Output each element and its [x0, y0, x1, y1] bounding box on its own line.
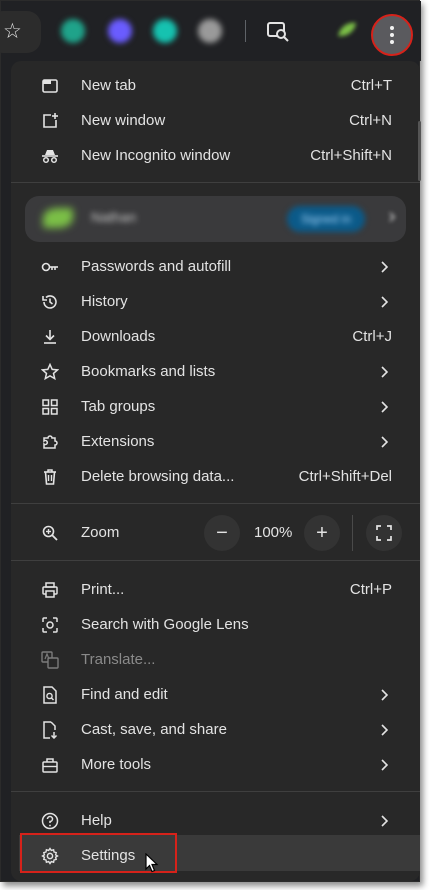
menu-item-history[interactable]: History: [11, 285, 420, 320]
menu-item-label: New window: [81, 112, 166, 129]
new-tab-icon: [42, 79, 58, 93]
new-window-icon: [43, 113, 58, 128]
chevron-right-icon: [381, 401, 389, 413]
menu-item-passwords[interactable]: Passwords and autofill: [11, 250, 420, 285]
menu-item-label: History: [81, 293, 128, 310]
zoom-out-button[interactable]: −: [204, 515, 240, 551]
find-in-page-icon: [43, 686, 57, 704]
extension-icon[interactable]: [198, 19, 222, 43]
download-icon: [44, 330, 56, 344]
extension-icon[interactable]: [61, 19, 85, 43]
menu-item-label: Cast, save, and share: [81, 721, 227, 738]
shortcut-label: Ctrl+J: [352, 328, 392, 345]
tab-groups-icon: [42, 399, 58, 415]
chevron-right-icon: [381, 759, 389, 771]
shortcut-label: Ctrl+Shift+N: [310, 147, 392, 164]
help-icon: [41, 812, 59, 830]
menu-item-label: New Incognito window: [81, 147, 231, 164]
menu-item-translate: Translate...: [11, 643, 420, 678]
fullscreen-button[interactable]: [366, 515, 402, 551]
menu-item-label: Help: [81, 812, 112, 829]
menu-item-label: Search with Google Lens: [81, 616, 249, 633]
plus-icon: +: [316, 522, 328, 544]
signed-in-badge: Signed in: [287, 206, 365, 232]
more-vert-icon: [390, 26, 394, 44]
chrome-main-menu: New tab Ctrl+T New window Ctrl+N New Inc…: [11, 61, 420, 881]
menu-item-label: Translate...: [81, 651, 156, 668]
extension-icon[interactable]: [153, 19, 177, 43]
menu-item-downloads[interactable]: Downloads Ctrl+J: [11, 320, 420, 355]
history-icon: [42, 295, 57, 309]
menu-item-label: Find and edit: [81, 686, 168, 703]
menu-item-extensions[interactable]: Extensions: [11, 425, 420, 460]
menu-item-label: Downloads: [81, 328, 156, 345]
chevron-right-icon: [381, 815, 389, 827]
toolbox-icon: [42, 758, 58, 773]
menu-item-label: More tools: [81, 756, 152, 773]
browser-window: ☆ New tab Ctrl+T New window Ctrl+N New I…: [0, 0, 421, 882]
menu-divider: [11, 560, 420, 561]
menu-divider: [11, 791, 420, 792]
profile-name: Nathan: [91, 209, 137, 225]
zoom-divider: [352, 515, 353, 551]
menu-item-label: Bookmarks and lists: [81, 363, 216, 380]
shortcut-label: Ctrl+T: [350, 77, 392, 94]
page-search-icon[interactable]: [266, 19, 290, 43]
menu-item-delete-browsing-data[interactable]: Delete browsing data... Ctrl+Shift+Del: [11, 460, 420, 495]
menu-item-new-window[interactable]: New window Ctrl+N: [11, 104, 420, 139]
menu-item-label: Print...: [81, 581, 125, 598]
menu-item-find-and-edit[interactable]: Find and edit: [11, 678, 420, 713]
menu-item-new-incognito-window[interactable]: New Incognito window Ctrl+Shift+N: [11, 139, 420, 174]
incognito-icon: [42, 150, 58, 164]
chevron-right-icon: [381, 689, 389, 701]
toolbar-divider: [245, 20, 246, 42]
shortcut-label: Ctrl+N: [349, 112, 392, 129]
menu-item-print[interactable]: Print... Ctrl+P: [11, 573, 420, 608]
shortcut-label: Ctrl+P: [349, 581, 392, 598]
zoom-in-button[interactable]: +: [304, 515, 340, 551]
menu-item-label: Extensions: [81, 433, 155, 450]
menu-item-google-lens[interactable]: Search with Google Lens: [11, 608, 420, 643]
menu-item-bookmarks[interactable]: Bookmarks and lists: [11, 355, 420, 390]
chevron-right-icon: [381, 366, 389, 378]
menu-item-tab-groups[interactable]: Tab groups: [11, 390, 420, 425]
scrollbar-thumb[interactable]: [418, 121, 421, 181]
menu-item-label: New tab: [81, 77, 137, 94]
shortcut-label: Ctrl+Shift+Del: [298, 468, 392, 485]
key-icon: [41, 262, 58, 272]
menu-item-cast-save-share[interactable]: Cast, save, and share: [11, 713, 420, 748]
profile-avatar: [43, 208, 73, 228]
menu-item-new-tab[interactable]: New tab Ctrl+T: [11, 69, 420, 104]
browser-toolbar: ☆: [0, 1, 421, 61]
menu-item-more-tools[interactable]: More tools: [11, 748, 420, 783]
bookmark-star-icon[interactable]: ☆: [3, 19, 22, 44]
profile-row[interactable]: Nathan Signed in: [25, 196, 406, 242]
chevron-right-icon: [381, 261, 389, 273]
chevron-right-icon: [381, 724, 389, 736]
cast-save-share-icon: [43, 721, 58, 739]
menu-divider: [11, 503, 420, 504]
menu-item-label: Passwords and autofill: [81, 258, 232, 275]
mouse-cursor-icon: [145, 853, 159, 873]
profile-leaf-icon[interactable]: [335, 18, 359, 42]
chevron-right-icon: [389, 212, 396, 222]
menu-item-label: Zoom: [81, 524, 120, 541]
menu-item-label: Delete browsing data...: [81, 468, 235, 485]
minus-icon: −: [216, 522, 228, 544]
google-lens-icon: [42, 617, 58, 633]
printer-icon: [42, 582, 58, 598]
puzzle-icon: [43, 435, 58, 449]
zoom-level: 100%: [254, 524, 293, 541]
extension-icon[interactable]: [108, 19, 132, 43]
fullscreen-icon: [376, 525, 392, 541]
zoom-icon: [42, 525, 58, 541]
chevron-right-icon: [381, 296, 389, 308]
chevron-right-icon: [381, 436, 389, 448]
translate-icon: [41, 651, 59, 669]
trash-icon: [44, 469, 56, 485]
chrome-menu-button[interactable]: [371, 14, 413, 56]
menu-item-label: Tab groups: [81, 398, 156, 415]
menu-divider: [11, 182, 420, 183]
star-icon: [41, 363, 59, 381]
